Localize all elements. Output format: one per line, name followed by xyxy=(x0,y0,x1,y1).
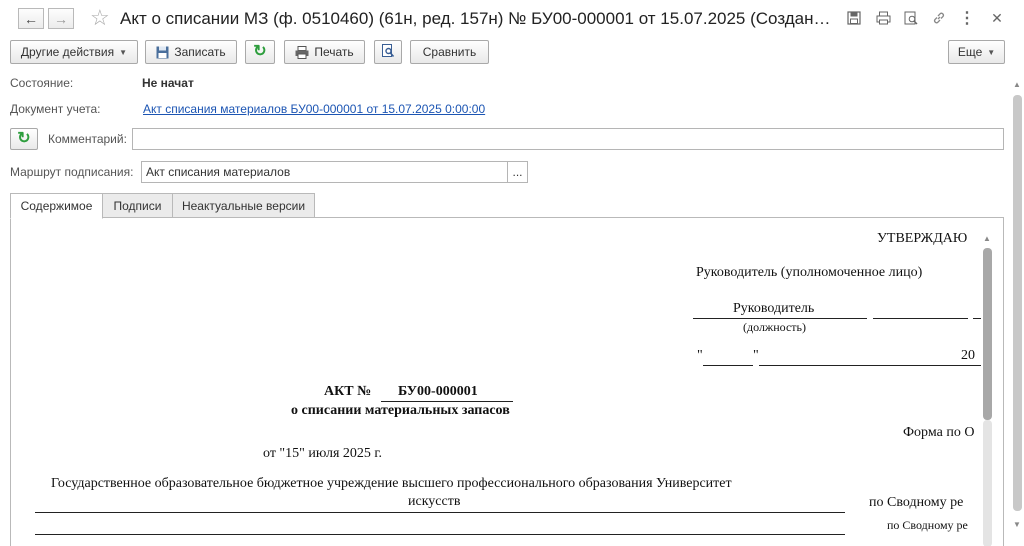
print-icon[interactable] xyxy=(874,9,892,27)
position-value: Руководитель xyxy=(733,301,815,316)
other-actions-label: Другие действия xyxy=(20,45,115,59)
department-underline xyxy=(35,534,845,535)
refresh-icon: ↻ xyxy=(17,130,31,147)
save-button[interactable]: Записать xyxy=(145,40,237,64)
arrow-left-icon: ← xyxy=(24,10,38,27)
preview-icon[interactable] xyxy=(902,9,920,27)
position-underline xyxy=(693,318,867,319)
head-line: Руководитель (уполномоченное лицо) xyxy=(696,265,923,280)
save-label: Записать xyxy=(174,45,226,59)
act-subtitle: о списании материальных запасов xyxy=(291,403,510,418)
state-value: Не начат xyxy=(142,76,194,90)
tab-signatures[interactable]: Подписи xyxy=(102,193,173,218)
signature-underline xyxy=(873,318,968,319)
window-title: Акт о списании МЗ (ф. 0510460) (61н, ред… xyxy=(120,9,835,28)
compare-button[interactable]: Сравнить xyxy=(410,40,489,64)
printer-icon xyxy=(295,45,309,59)
organization-line-1: Государственное образовательное бюджетно… xyxy=(51,476,732,491)
more-icon[interactable]: ⋮ xyxy=(958,9,976,27)
year-underline xyxy=(959,365,981,366)
dropdown-arrow-icon: ▼ xyxy=(119,47,128,57)
document-preview-pane: УТВЕРЖДАЮ Руководитель (уполномоченное л… xyxy=(10,217,1004,546)
more-button[interactable]: Еще ▼ xyxy=(948,40,1005,64)
print-label: Печать xyxy=(314,45,354,59)
quote-close: " xyxy=(753,348,759,363)
forward-button[interactable]: → xyxy=(48,8,74,29)
document-label: Документ учета: xyxy=(10,102,101,116)
floppy-icon xyxy=(156,46,169,59)
tab-outdated-versions[interactable]: Неактуальные версии xyxy=(172,193,315,218)
route-select-button[interactable]: ... xyxy=(507,161,528,183)
act-date: от "15" июля 2025 г. xyxy=(263,446,383,461)
document-link[interactable]: Акт списания материалов БУ00-000001 от 1… xyxy=(143,102,485,116)
organization-underline xyxy=(35,512,845,513)
back-button[interactable]: ← xyxy=(18,8,44,29)
comment-refresh-button[interactable]: ↻ xyxy=(10,128,38,150)
month-underline xyxy=(759,365,959,366)
preview-scrollbar-thumb[interactable] xyxy=(983,248,992,420)
print-preview-button[interactable] xyxy=(374,40,402,64)
svod-label-2: по Сводному ре xyxy=(887,518,968,532)
act-number-underline xyxy=(381,401,513,402)
favorite-star-icon[interactable]: ☆ xyxy=(90,6,110,30)
route-field[interactable]: Акт списания материалов xyxy=(141,161,508,183)
refresh-icon: ↻ xyxy=(253,43,267,60)
year-prefix: 20 xyxy=(961,348,975,363)
page-scroll-down-icon[interactable]: ▼ xyxy=(1013,520,1021,529)
approve-heading: УТВЕРЖДАЮ xyxy=(877,231,968,246)
page-scrollbar-thumb[interactable] xyxy=(1013,95,1022,511)
more-label: Еще xyxy=(957,45,983,59)
arrow-right-icon: → xyxy=(54,10,68,27)
close-icon[interactable]: ✕ xyxy=(988,9,1006,27)
comment-field[interactable] xyxy=(132,128,1004,150)
organization-line-2: искусств xyxy=(408,494,461,509)
day-underline xyxy=(703,365,753,366)
dropdown-arrow-icon: ▼ xyxy=(987,47,996,57)
magnifier-page-icon xyxy=(381,43,395,61)
refresh-button[interactable]: ↻ xyxy=(245,40,275,64)
link-icon[interactable] xyxy=(930,9,948,27)
save-icon[interactable] xyxy=(845,9,863,27)
route-label: Маршрут подписания: xyxy=(10,165,134,179)
comment-label: Комментарий: xyxy=(48,132,127,146)
act-label: АКТ № xyxy=(324,384,372,399)
state-label: Состояние: xyxy=(10,76,74,90)
other-actions-button[interactable]: Другие действия ▼ xyxy=(10,40,138,64)
tab-content[interactable]: Содержимое xyxy=(10,193,103,219)
preview-scroll-up-icon[interactable]: ▲ xyxy=(983,234,991,243)
compare-label: Сравнить xyxy=(422,45,477,59)
form-okud-label: Форма по О xyxy=(903,425,975,440)
quote-open: " xyxy=(697,348,703,363)
preview-scrollbar-track[interactable] xyxy=(983,420,992,546)
act-number: БУ00-000001 xyxy=(398,384,478,399)
page-scroll-up-icon[interactable]: ▲ xyxy=(1013,80,1021,89)
position-caption: (должность) xyxy=(743,320,806,334)
name-underline xyxy=(973,318,981,319)
svod-label-1: по Сводному ре xyxy=(869,495,964,510)
print-button[interactable]: Печать xyxy=(284,40,365,64)
